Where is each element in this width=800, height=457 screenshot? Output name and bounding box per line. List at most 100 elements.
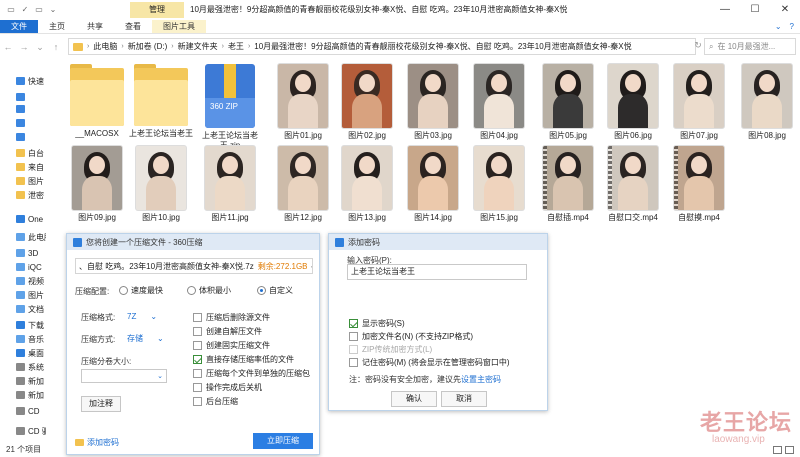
remember-password-checkbox[interactable]: 记住密码(M) (将会显示在管理密码窗口中) (349, 357, 510, 368)
radio-smallest[interactable]: 体积最小 (187, 285, 231, 296)
sidebar-item[interactable]: 此电脑 (0, 230, 46, 244)
help-icon[interactable]: ? (790, 20, 794, 34)
minimize-button[interactable]: — (710, 0, 740, 20)
sidebar-item[interactable]: 桌面 (0, 346, 46, 360)
tab-home[interactable]: 主页 (38, 20, 76, 33)
option-checkbox[interactable]: 直接存储压缩率低的文件 (193, 354, 294, 365)
image-file-item[interactable]: 图片15.jpg (466, 146, 532, 223)
image-file-item[interactable]: 图片05.jpg (535, 64, 601, 141)
image-file-item[interactable]: 图片12.jpg (270, 146, 336, 223)
option-checkbox[interactable]: 后台压缩 (193, 396, 238, 407)
sidebar-item-label: CD 驱 (28, 426, 46, 436)
folder-icon[interactable]: ▭ (6, 5, 16, 15)
folder-new-icon[interactable]: ▭ (34, 5, 44, 15)
image-file-item[interactable]: 图片04.jpg (466, 64, 532, 141)
video-file-item[interactable]: 自慰摸.mp4 (666, 146, 732, 223)
sidebar-item[interactable]: 音乐 (0, 332, 46, 346)
sidebar-item[interactable]: CD 驱 (0, 424, 46, 438)
radio-custom[interactable]: 自定义 (257, 285, 293, 296)
details-view-icon[interactable] (773, 446, 782, 454)
image-file-item[interactable]: 图片14.jpg (400, 146, 466, 223)
image-file-item[interactable]: 图片13.jpg (334, 146, 400, 223)
image-file-item[interactable]: 图片10.jpg (128, 146, 194, 223)
large-icons-view-icon[interactable] (785, 446, 794, 454)
check-icon[interactable]: ✓ (20, 5, 30, 15)
image-file-item[interactable]: 图片02.jpg (334, 64, 400, 141)
expand-ribbon-icon[interactable]: ⌄ (775, 20, 782, 34)
video-file-item[interactable]: 自慰口交.mp4 (600, 146, 666, 223)
tab-picture-tools[interactable]: 图片工具 (152, 20, 206, 33)
sidebar-item[interactable]: 泄密 (0, 188, 46, 202)
sidebar-item[interactable]: 图片 (0, 288, 46, 302)
image-file-item[interactable]: 图片08.jpg (734, 64, 800, 141)
option-checkbox[interactable]: 操作完成后关机 (193, 382, 262, 393)
cancel-button[interactable]: 取消 (441, 391, 487, 407)
up-button[interactable]: ↑ (48, 42, 64, 52)
folder-item[interactable]: 上老王论坛当老王 (128, 64, 194, 139)
ok-button[interactable]: 确认 (391, 391, 437, 407)
image-file-item[interactable]: 图片01.jpg (270, 64, 336, 141)
image-file-item[interactable]: 图片07.jpg (666, 64, 732, 141)
sidebar-item[interactable]: 新加 (0, 374, 46, 388)
radio-circle (119, 286, 128, 295)
sidebar-item[interactable] (0, 102, 46, 116)
sidebar-item[interactable]: 下载 (0, 318, 46, 332)
sidebar-item[interactable]: 快速 (0, 74, 46, 88)
image-file-item[interactable]: 图片06.jpg (600, 64, 666, 141)
chevron-down-icon[interactable]: ⌄ (48, 5, 58, 15)
file-name: 图片14.jpg (414, 213, 452, 222)
sidebar-item[interactable]: 新加 (0, 388, 46, 402)
option-checkbox[interactable]: 压缩每个文件到单独的压缩包 (193, 368, 310, 379)
password-input[interactable]: 上老王论坛当老王 (347, 264, 527, 280)
folder-item[interactable]: __MACOSX (64, 64, 130, 139)
forward-button[interactable]: → (16, 42, 32, 52)
sidebar-item[interactable]: 文档 (0, 302, 46, 316)
checkbox-box (349, 358, 358, 367)
archive-path-field[interactable]: 、自慰 吃鸡。23年10月泄密高颜值女神-秦X悦.7z 剩余:272.1GB ⌄ (75, 258, 313, 274)
breadcrumb[interactable]: › 此电脑 › 新加卷 (D:) › 新建文件夹 › 老王 › 10月最强泄密！… (68, 38, 696, 55)
option-checkbox[interactable]: 压缩后删除源文件 (193, 312, 270, 323)
close-button[interactable]: ✕ (770, 0, 800, 20)
show-password-checkbox[interactable]: 显示密码(S) (349, 318, 405, 329)
radio-fastest[interactable]: 速度最快 (119, 285, 163, 296)
context-tab-manage[interactable]: 管理 (130, 2, 184, 18)
sidebar-item[interactable] (0, 130, 46, 144)
sidebar-item[interactable]: One (0, 212, 46, 226)
sidebar-item[interactable]: 来自 (0, 160, 46, 174)
back-button[interactable]: ← (0, 42, 16, 52)
encrypt-filenames-checkbox[interactable]: 加密文件名(N) (不支持ZIP格式) (349, 331, 473, 342)
sidebar-item[interactable]: 图片 (0, 174, 46, 188)
sidebar-item[interactable] (0, 116, 46, 130)
sidebar-item[interactable]: 视频 (0, 274, 46, 288)
add-comment-button[interactable]: 加注释 (81, 396, 121, 412)
chevron-down-icon[interactable]: ⌄ (310, 262, 312, 270)
image-file-item[interactable]: 图片03.jpg (400, 64, 466, 141)
sidebar-item[interactable]: CD (0, 404, 46, 418)
zip-file-item[interactable]: 360 ZIP上老王论坛当老王.zip (197, 64, 263, 151)
maximize-button[interactable]: ☐ (740, 0, 770, 20)
sidebar-item[interactable]: 3D (0, 246, 46, 260)
format-select[interactable]: 7Z ⌄ (127, 310, 157, 323)
breadcrumb-drive-d[interactable]: 新加卷 (D:) (128, 41, 168, 52)
image-file-item[interactable]: 图片09.jpg (64, 146, 130, 223)
recent-locations-button[interactable]: ⌄ (32, 42, 48, 53)
sidebar-item[interactable]: 白台 (0, 146, 46, 160)
option-checkbox[interactable]: 创建固实压缩文件 (193, 340, 270, 351)
video-file-item[interactable]: 自慰插.mp4 (535, 146, 601, 223)
tab-file[interactable]: 文件 (0, 20, 38, 33)
option-checkbox[interactable]: 创建自解压文件 (193, 326, 262, 337)
breadcrumb-new-folder[interactable]: 新建文件夹 (178, 41, 218, 52)
breadcrumb-current[interactable]: 10月最强泄密！9分超高颜值的青春靓丽校花级别女神-秦X悦、自慰 吃鸡。23年1… (254, 41, 631, 52)
sidebar-item[interactable]: iQC (0, 260, 46, 274)
image-file-item[interactable]: 图片11.jpg (197, 146, 263, 223)
set-master-password-link[interactable]: 设置主密码 (461, 375, 501, 384)
tab-share[interactable]: 共享 (76, 20, 114, 33)
breadcrumb-this-pc[interactable]: 此电脑 (93, 41, 117, 52)
method-select[interactable]: 存储 ⌄ (127, 332, 164, 345)
split-size-combo[interactable]: ⌄ (81, 369, 167, 383)
search-input[interactable]: ⌕ 在 10月最强泄... (704, 38, 796, 55)
breadcrumb-laowang[interactable]: 老王 (228, 41, 244, 52)
sidebar-item-icon (16, 133, 25, 141)
sidebar-item[interactable]: 系统 (0, 360, 46, 374)
tab-view[interactable]: 查看 (114, 20, 152, 33)
